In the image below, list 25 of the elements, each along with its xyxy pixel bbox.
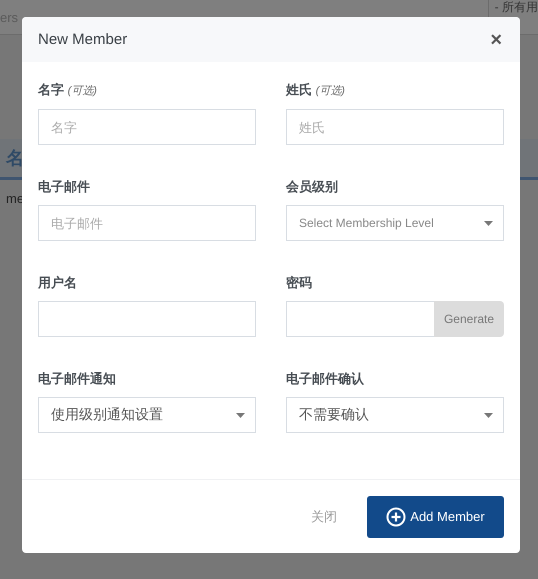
- dialog-title: New Member: [38, 31, 128, 48]
- dropdown[interactable]: 使用级别通知设置: [38, 397, 256, 433]
- text-field[interactable]: [38, 301, 256, 337]
- password-field[interactable]: [286, 301, 434, 337]
- text-field[interactable]: 姓氏: [286, 109, 504, 145]
- filter-text: - 所有用: [494, 0, 538, 14]
- field-label: 名字 (可选): [38, 82, 98, 99]
- close-button[interactable]: ×: [488, 30, 504, 50]
- field-label: 密码: [286, 275, 313, 291]
- text-field[interactable]: 名字: [38, 109, 256, 145]
- field-label: 会员级别: [286, 179, 339, 195]
- field-label: 用户名: [38, 275, 78, 291]
- column-header: 名: [6, 147, 24, 170]
- field-label: 电子邮件确认: [286, 371, 365, 387]
- field-label: 电子邮件: [38, 179, 91, 195]
- dropdown[interactable]: Select Membership Level: [286, 205, 504, 241]
- caret-icon: [484, 220, 493, 226]
- plus-circle-icon: [386, 506, 406, 526]
- field-label: 电子邮件通知: [38, 371, 117, 387]
- text-field[interactable]: 电子邮件: [38, 205, 256, 241]
- dropdown[interactable]: 不需要确认: [286, 397, 504, 433]
- add-member-button[interactable]: Add Member: [367, 496, 504, 538]
- field-label: 姓氏 (可选): [286, 82, 346, 99]
- caret-icon: [236, 412, 245, 418]
- caret-icon: [484, 412, 493, 418]
